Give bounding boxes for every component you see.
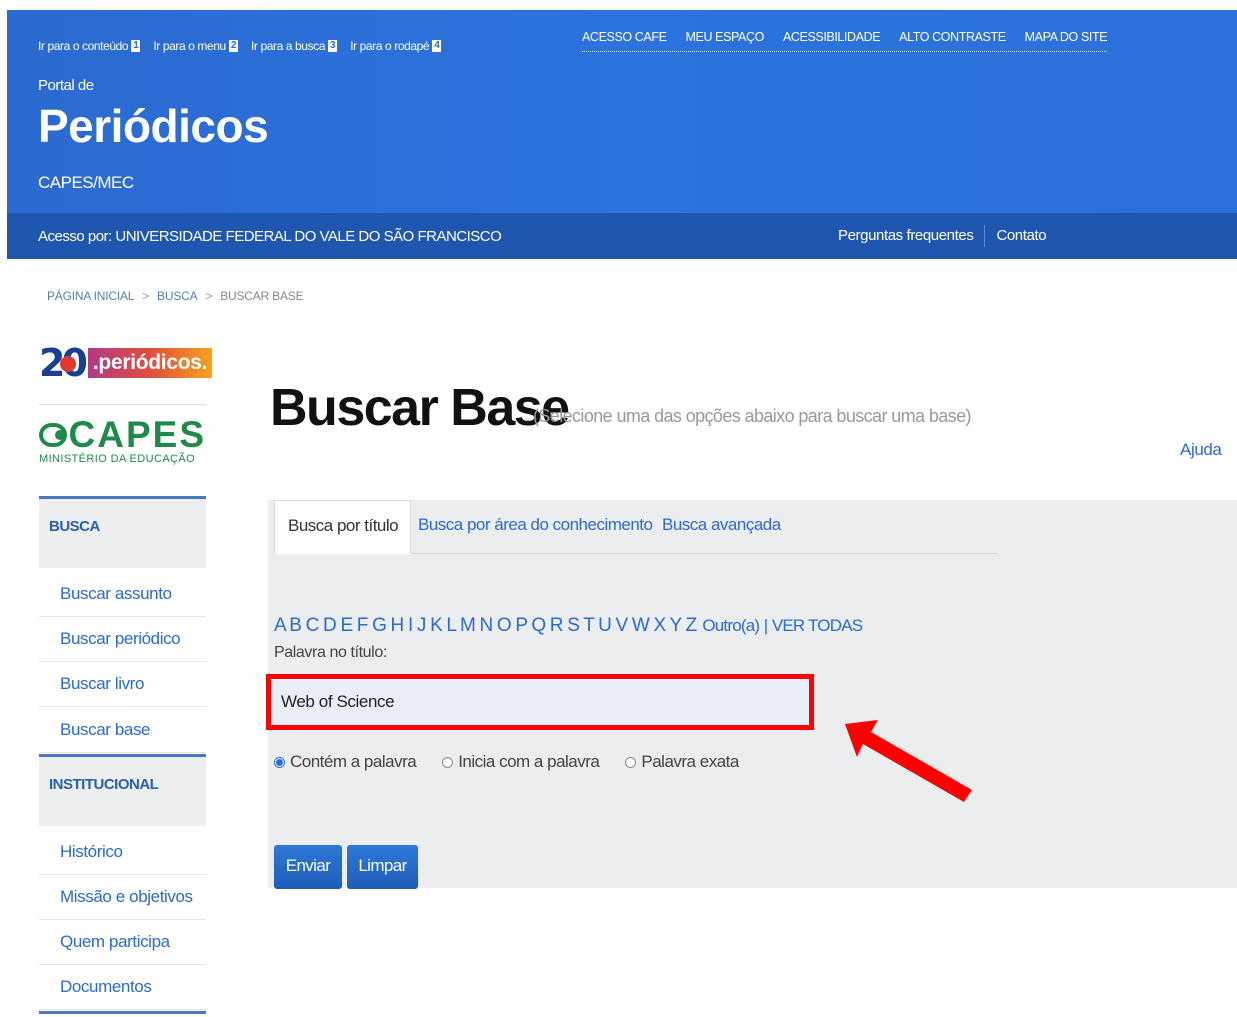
- breadcrumb-separator: >: [142, 289, 150, 303]
- clear-button[interactable]: Limpar: [347, 845, 418, 889]
- radio-inicia-palavra[interactable]: Inicia com a palavra: [442, 752, 600, 772]
- capes-ministry-label: MINISTÉRIO DA EDUCAÇÃO: [39, 453, 196, 465]
- faq-link[interactable]: Perguntas frequentes: [838, 227, 974, 249]
- skip-to-footer-link[interactable]: Ir para o rodapé 4: [350, 39, 442, 53]
- alphabet-separator: |: [763, 616, 768, 635]
- breadcrumb-separator: >: [205, 289, 213, 303]
- radio-unchecked-icon: [625, 756, 637, 768]
- alphabet-filter: A B C D E F G H I J K L M N O P Q R S T …: [274, 615, 863, 637]
- logo-periodicos-tag: .periódicos.: [87, 348, 213, 378]
- skip-link-key: 4: [432, 40, 442, 52]
- skip-links: Ir para o conteúdo 1 Ir para o menu 2 Ir p…: [38, 39, 442, 53]
- submit-button[interactable]: Enviar: [274, 845, 342, 889]
- capes-word: CAPES: [68, 414, 206, 455]
- sidebar-item-buscar-periodico[interactable]: Buscar periódico: [39, 617, 206, 662]
- alphabet-all-link[interactable]: VER TODAS: [772, 616, 863, 635]
- sidebar-item-historico[interactable]: Histórico: [39, 830, 206, 875]
- sidebar-item-documentos[interactable]: Documentos: [39, 965, 206, 1010]
- red-arrow-icon: [845, 720, 972, 802]
- nav-alto-contraste[interactable]: ALTO CONTRASTE: [899, 30, 1006, 44]
- radio-contem-palavra[interactable]: Contém a palavra: [274, 752, 417, 772]
- access-links: Perguntas frequentes Contato: [838, 225, 1047, 249]
- portal-pre-title: Portal de: [38, 77, 94, 94]
- title-search-input[interactable]: [271, 679, 809, 725]
- sidebar-item-buscar-livro[interactable]: Buscar livro: [39, 662, 206, 707]
- breadcrumb-current: BUSCAR BASE: [220, 289, 304, 303]
- access-bar: Acesso por: UNIVERSIDADE FEDERAL DO VALE…: [7, 213, 1237, 259]
- skip-link-label: Ir para a busca: [251, 39, 326, 53]
- radio-checked-icon: [274, 756, 285, 768]
- title-field-label: Palavra no título:: [274, 644, 387, 661]
- access-link-divider: [984, 225, 986, 247]
- periodicos-20-logo[interactable]: 20 .periódicos.: [39, 340, 213, 386]
- portal-title[interactable]: Periódicos: [38, 99, 269, 153]
- title-search-highlight: [266, 674, 814, 730]
- logo-20-dot: [60, 356, 76, 372]
- skip-to-menu-link[interactable]: Ir para o menu 2: [153, 39, 238, 53]
- contact-link[interactable]: Contato: [996, 227, 1046, 249]
- skip-link-key: 1: [131, 40, 141, 52]
- skip-link-label: Ir para o rodapé: [350, 39, 430, 53]
- help-link[interactable]: Ajuda: [1180, 440, 1222, 460]
- access-institution: Acesso por: UNIVERSIDADE FEDERAL DO VALE…: [38, 228, 502, 245]
- alphabet-letters[interactable]: A B C D E F G H I J K L M N O P Q R S T …: [274, 615, 697, 636]
- breadcrumb: PÁGINA INICIAL > BUSCA > BUSCAR BASE: [47, 289, 304, 303]
- skip-link-key: 2: [228, 40, 238, 52]
- tab-busca-por-titulo[interactable]: Busca por título: [274, 500, 412, 554]
- radio-unchecked-icon: [442, 756, 454, 768]
- logo-20-number: 20: [39, 341, 88, 385]
- sidebar-item-missao[interactable]: Missão e objetivos: [39, 875, 206, 920]
- page-subtitle: (Selecione uma das opções abaixo para bu…: [533, 406, 971, 426]
- sidebar-bottom-rule: [39, 1011, 206, 1014]
- skip-to-content-link[interactable]: Ir para o conteúdo 1: [38, 39, 141, 53]
- tab-busca-avancada[interactable]: Busca avançada: [662, 500, 781, 553]
- logo-divider: [39, 404, 206, 405]
- tab-busca-por-area[interactable]: Busca por área do conhecimento: [418, 500, 653, 553]
- skip-link-label: Ir para o menu: [153, 39, 226, 53]
- radio-label: Palavra exata: [641, 752, 739, 771]
- radio-label: Contém a palavra: [290, 752, 417, 771]
- sidebar-item-quem-participa[interactable]: Quem participa: [39, 920, 206, 965]
- breadcrumb-home[interactable]: PÁGINA INICIAL: [47, 289, 134, 303]
- radio-label: Inicia com a palavra: [458, 752, 600, 771]
- site-header: Ir para o conteúdo 1 Ir para o menu 2 Ir p…: [7, 10, 1237, 259]
- sidebar-item-buscar-assunto[interactable]: Buscar assunto: [39, 572, 206, 617]
- sidebar-item-buscar-base[interactable]: Buscar base: [39, 708, 206, 753]
- nav-acesso-cafe[interactable]: ACESSO CAFE: [582, 30, 667, 44]
- match-options: Contém a palavra Inicia com a palavra Pa…: [274, 752, 765, 772]
- radio-palavra-exata[interactable]: Palavra exata: [625, 752, 739, 772]
- portal-subtitle: CAPES/MEC: [38, 173, 134, 192]
- page-title: Buscar Base: [270, 379, 570, 437]
- skip-link-label: Ir para o conteúdo: [38, 39, 129, 53]
- top-nav: ACESSO CAFE MEU ESPAÇO ACESSIBILIDADE AL…: [582, 30, 1108, 52]
- capes-eye-icon: [39, 423, 67, 447]
- nav-mapa-do-site[interactable]: MAPA DO SITE: [1025, 30, 1108, 44]
- sidebar-heading-institucional[interactable]: INSTITUCIONAL: [39, 754, 206, 826]
- alphabet-other-link[interactable]: Outro(a): [702, 616, 760, 635]
- skip-link-key: 3: [328, 40, 338, 52]
- capes-logo[interactable]: CAPES MINISTÉRIO DA EDUCAÇÃO: [39, 413, 206, 465]
- search-tabs: Busca por título Busca por área do conhe…: [274, 500, 997, 554]
- sidebar-heading-busca[interactable]: BUSCA: [39, 496, 206, 568]
- skip-to-search-link[interactable]: Ir para a busca 3: [251, 39, 338, 53]
- breadcrumb-busca[interactable]: BUSCA: [157, 289, 198, 303]
- capes-wordmark: CAPES: [39, 413, 206, 457]
- nav-meu-espaco[interactable]: MEU ESPAÇO: [686, 30, 765, 44]
- nav-acessibilidade[interactable]: ACESSIBILIDADE: [783, 30, 881, 44]
